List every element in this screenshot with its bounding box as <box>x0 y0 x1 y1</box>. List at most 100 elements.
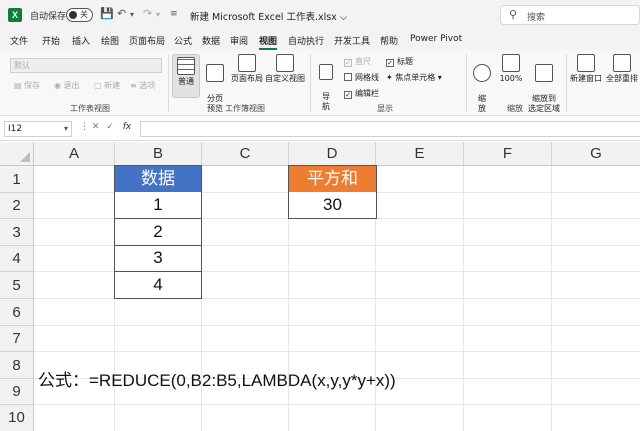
formula-bar-checkbox[interactable]: ✓ 编辑栏 <box>344 88 379 99</box>
new-window-button[interactable]: 新建窗口 <box>568 54 604 84</box>
grid-line <box>34 325 640 326</box>
zoom-selection-icon <box>535 64 553 82</box>
chevron-down-icon[interactable]: ▾ <box>64 122 68 136</box>
column-header-a[interactable]: A <box>34 142 115 166</box>
page-layout-button[interactable]: 页面布局 <box>229 54 265 84</box>
column-header-b[interactable]: B <box>115 142 202 166</box>
tab-view[interactable]: 视图 <box>259 34 278 50</box>
options-button[interactable]: ≡ 选项 <box>130 80 155 91</box>
tab-formulas[interactable]: 公式 <box>174 34 192 47</box>
column-header-e[interactable]: E <box>376 142 464 166</box>
excel-logo-icon: X <box>8 8 22 22</box>
tab-help[interactable]: 帮助 <box>380 34 398 47</box>
formula-note[interactable]: 公式：=REDUCE(0,B2:B5,LAMBDA(x,y,y*y+x)) <box>38 366 396 391</box>
custom-views-label: 自定义视图 <box>265 74 305 83</box>
focus-cell-label: 焦点单元格 <box>395 73 436 82</box>
redo-dropdown-icon[interactable]: ▾ <box>156 10 160 19</box>
save-icon[interactable]: 💾 <box>100 7 114 20</box>
document-title[interactable]: 新建 Microsoft Excel 工作表.xlsx ⌵ <box>190 9 347 23</box>
ribbon-separator <box>466 54 467 112</box>
tab-draw[interactable]: 绘图 <box>101 34 119 47</box>
gridlines-checkbox[interactable]: 网格线 <box>344 72 379 83</box>
focus-cell-button[interactable]: ✦ 焦点单元格 ▾ <box>386 72 442 83</box>
navigation-button[interactable]: 导 航 <box>314 54 338 112</box>
zoom-100-label: 100% <box>499 74 523 83</box>
row-header-9[interactable]: 9 <box>0 379 34 405</box>
headings-check-icon: ✓ <box>386 59 394 67</box>
name-box[interactable]: I12 ▾ <box>4 121 72 137</box>
navigation-icon <box>319 64 333 80</box>
page-break-icon <box>206 64 224 82</box>
formula-bar-check-icon: ✓ <box>344 91 352 99</box>
group-label-zoom: 缩放 <box>507 104 523 113</box>
normal-view-button[interactable]: 普通 <box>172 54 200 98</box>
customize-icon[interactable]: ≡ <box>170 9 178 19</box>
headings-checkbox[interactable]: ✓ 标题 <box>386 56 413 67</box>
tab-review[interactable]: 审阅 <box>230 34 248 47</box>
row-header-8[interactable]: 8 <box>0 352 34 379</box>
zoom-100-icon <box>502 54 520 72</box>
headings-label: 标题 <box>397 57 413 66</box>
autosave-toggle[interactable]: 关 <box>66 8 93 22</box>
new-view-button[interactable]: ▢ 新建 <box>94 80 120 91</box>
column-header-d[interactable]: D <box>289 142 376 166</box>
cell-d1[interactable]: 平方和 <box>288 165 377 193</box>
undo-dropdown-icon[interactable]: ▾ <box>130 10 134 19</box>
autosave-label: 自动保存 <box>30 12 67 22</box>
arrange-all-button[interactable]: 全部重排 <box>604 54 640 84</box>
tab-data[interactable]: 数据 <box>202 34 220 47</box>
redo-icon[interactable]: ↷ <box>143 7 152 20</box>
zoom-100-button[interactable]: 100% <box>497 54 525 84</box>
column-header-c[interactable]: C <box>202 142 289 166</box>
select-all-corner[interactable] <box>0 142 34 166</box>
tab-file[interactable]: 文件 <box>10 34 28 47</box>
search-input[interactable]: 搜索 <box>527 10 545 23</box>
tab-developer[interactable]: 开发工具 <box>334 34 370 47</box>
cell-b1[interactable]: 数据 <box>114 165 202 193</box>
zoom-label: 缩 放 <box>478 94 486 113</box>
column-header-f[interactable]: F <box>464 142 552 166</box>
row-header-7[interactable]: 7 <box>0 326 34 352</box>
formula-bar: I12 ▾ ⋮ ✕ ✓ fx <box>0 117 640 141</box>
fx-icon[interactable]: fx <box>123 122 132 132</box>
undo-icon[interactable]: ↶ <box>117 7 126 20</box>
row-header-1[interactable]: 1 <box>0 166 34 193</box>
search-box[interactable]: ⚲ 搜索 <box>500 5 640 25</box>
page-layout-icon <box>238 54 256 72</box>
exit-button[interactable]: ◉ 退出 <box>54 80 80 91</box>
ribbon-separator <box>310 54 311 112</box>
tab-page-layout[interactable]: 页面布局 <box>129 34 165 47</box>
new-window-label: 新建窗口 <box>570 74 602 83</box>
search-icon: ⚲ <box>509 8 518 21</box>
cell-d2[interactable]: 30 <box>288 192 377 219</box>
page-layout-label: 页面布局 <box>231 74 263 83</box>
tab-automate[interactable]: 自动执行 <box>288 34 324 47</box>
tab-home[interactable]: 开始 <box>42 34 60 47</box>
cancel-icon[interactable]: ✕ <box>92 122 100 132</box>
select-all-icon <box>20 152 30 162</box>
cell-b3[interactable]: 2 <box>114 219 202 246</box>
enter-icon[interactable]: ✓ <box>106 122 114 132</box>
cell-b5[interactable]: 4 <box>114 272 202 299</box>
row-header-10[interactable]: 10 <box>0 405 34 431</box>
row-header-5[interactable]: 5 <box>0 272 34 299</box>
row-header-3[interactable]: 3 <box>0 219 34 246</box>
options-dots-icon: ⋮ <box>80 122 92 132</box>
cell-b2[interactable]: 1 <box>114 192 202 219</box>
new-view-label: 新建 <box>104 81 121 90</box>
column-header-g[interactable]: G <box>552 142 640 166</box>
title-bar: X 自动保存 关 💾 ↶ ▾ ↷ ▾ ≡ 新建 Microsoft Excel … <box>0 0 640 30</box>
keep-button[interactable]: ▤ 保存 <box>14 80 40 91</box>
tab-insert[interactable]: 插入 <box>72 34 90 47</box>
row-header-2[interactable]: 2 <box>0 193 34 219</box>
formula-input[interactable] <box>140 121 640 137</box>
formula-bar-label: 编辑栏 <box>355 89 379 98</box>
ruler-checkbox[interactable]: ✓ 直尺 <box>344 56 371 67</box>
tab-power-pivot[interactable]: Power Pivot <box>410 34 462 44</box>
cell-b4[interactable]: 3 <box>114 246 202 272</box>
ruler-label: 直尺 <box>355 57 371 66</box>
row-header-4[interactable]: 4 <box>0 246 34 272</box>
row-header-6[interactable]: 6 <box>0 299 34 326</box>
custom-views-button[interactable]: 自定义视图 <box>264 54 306 84</box>
sheet-view-select[interactable]: 默认 <box>10 58 162 73</box>
